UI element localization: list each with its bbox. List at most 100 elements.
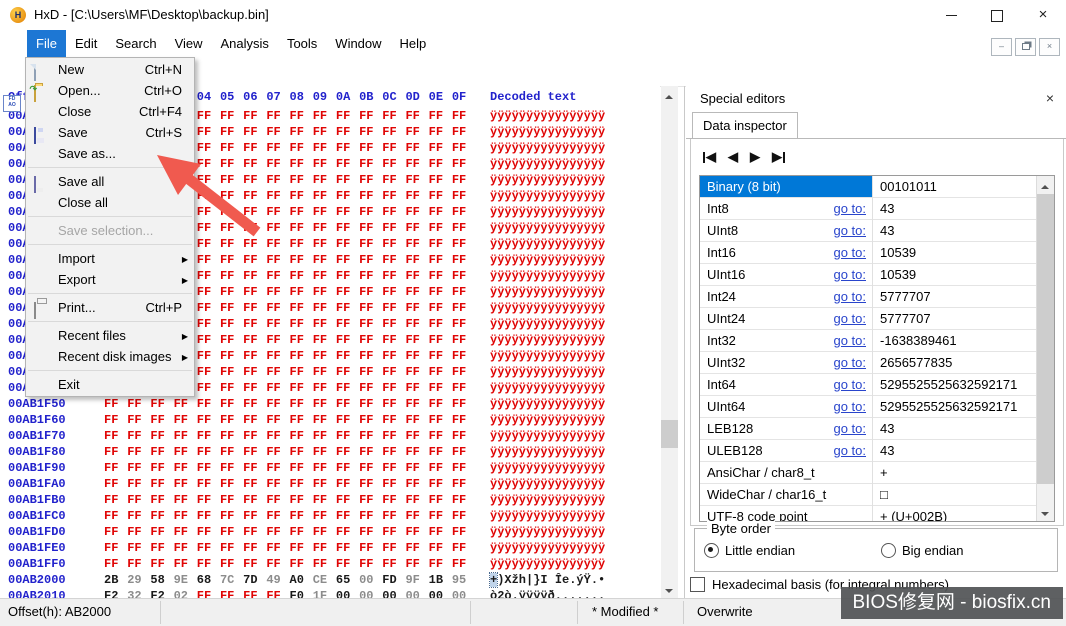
hex-byte[interactable]: FF <box>382 508 405 524</box>
hex-byte[interactable]: FF <box>220 540 243 556</box>
hex-byte[interactable]: FF <box>359 268 382 284</box>
hex-byte[interactable]: FF <box>336 492 359 508</box>
hex-byte[interactable]: FF <box>336 444 359 460</box>
menu-file[interactable]: File <box>27 30 66 57</box>
hex-byte[interactable]: FF <box>197 508 220 524</box>
hex-byte[interactable]: FF <box>290 460 313 476</box>
hex-byte[interactable]: FF <box>452 220 475 236</box>
hex-byte[interactable]: FF <box>243 556 266 572</box>
hex-byte[interactable]: FF <box>127 412 150 428</box>
hex-byte[interactable]: FF <box>243 268 266 284</box>
hex-byte[interactable]: FF <box>266 428 289 444</box>
hex-byte[interactable]: FF <box>197 140 220 156</box>
hex-byte[interactable]: FF <box>405 428 428 444</box>
goto-link[interactable]: go to: <box>808 198 866 219</box>
hex-byte[interactable]: FF <box>243 140 266 156</box>
hex-byte[interactable]: 68 <box>197 572 220 588</box>
hex-byte[interactable]: FF <box>220 268 243 284</box>
decoded-text[interactable]: ÿÿÿÿÿÿÿÿÿÿÿÿÿÿÿÿ <box>490 428 605 444</box>
hex-byte[interactable]: FF <box>313 332 336 348</box>
panel-splitter[interactable] <box>684 86 685 598</box>
goto-link[interactable]: go to: <box>808 220 866 241</box>
hex-byte[interactable]: FF <box>266 156 289 172</box>
hex-byte[interactable]: 49 <box>266 572 289 588</box>
hex-byte[interactable]: FF <box>220 364 243 380</box>
hex-byte[interactable]: FF <box>452 204 475 220</box>
hex-byte[interactable]: FF <box>243 396 266 412</box>
hex-byte[interactable]: FF <box>313 396 336 412</box>
hex-byte[interactable]: FF <box>290 332 313 348</box>
hex-byte[interactable]: FF <box>405 316 428 332</box>
hex-byte[interactable]: FF <box>382 220 405 236</box>
hex-byte[interactable]: FF <box>174 460 197 476</box>
inspector-value[interactable]: 43 <box>880 198 1036 219</box>
hex-byte[interactable]: FF <box>266 140 289 156</box>
hex-byte[interactable]: FF <box>174 476 197 492</box>
hex-byte[interactable]: FF <box>359 108 382 124</box>
inspector-value[interactable]: 43 <box>880 418 1036 439</box>
decoded-text[interactable]: ÿÿÿÿÿÿÿÿÿÿÿÿÿÿÿÿ <box>490 492 605 508</box>
hex-byte[interactable]: FF <box>382 316 405 332</box>
hex-byte[interactable]: FF <box>336 236 359 252</box>
hex-byte[interactable]: FF <box>313 316 336 332</box>
hex-byte[interactable]: FF <box>429 316 452 332</box>
hex-byte[interactable]: FF <box>266 316 289 332</box>
hex-byte[interactable]: FF <box>290 492 313 508</box>
hex-byte[interactable]: FF <box>405 140 428 156</box>
decoded-text[interactable]: ÿÿÿÿÿÿÿÿÿÿÿÿÿÿÿÿ <box>490 188 605 204</box>
hex-byte[interactable]: FF <box>243 188 266 204</box>
hex-byte[interactable]: FF <box>150 412 173 428</box>
hex-byte[interactable]: FF <box>220 172 243 188</box>
hex-row[interactable]: 00AB1F50FFFFFFFFFFFFFFFFFFFFFFFFFFFFFFFF… <box>0 396 660 412</box>
inspector-value[interactable]: + <box>880 462 1036 483</box>
hex-byte[interactable]: FF <box>220 428 243 444</box>
hex-byte[interactable]: FF <box>243 444 266 460</box>
hex-byte[interactable]: FF <box>405 540 428 556</box>
hex-byte[interactable]: FF <box>359 172 382 188</box>
hex-byte[interactable]: FF <box>150 476 173 492</box>
scrollbar-thumb[interactable] <box>1037 194 1054 484</box>
hex-byte[interactable]: FF <box>429 428 452 444</box>
menu-item-close[interactable]: CloseCtrl+F4 <box>26 101 194 122</box>
hex-byte[interactable]: FF <box>359 348 382 364</box>
hex-byte[interactable]: FF <box>405 492 428 508</box>
hex-byte[interactable]: FF <box>452 140 475 156</box>
hex-byte[interactable]: FF <box>359 396 382 412</box>
hex-byte[interactable]: FD <box>382 572 405 588</box>
decoded-text[interactable]: ÿÿÿÿÿÿÿÿÿÿÿÿÿÿÿÿ <box>490 524 605 540</box>
hex-byte[interactable]: FF <box>220 556 243 572</box>
hex-byte[interactable]: FF <box>197 108 220 124</box>
hex-row[interactable]: 00AB1FF0FFFFFFFFFFFFFFFFFFFFFFFFFFFFFFFF… <box>0 556 660 572</box>
hex-byte[interactable]: 29 <box>127 572 150 588</box>
hex-byte[interactable]: FF <box>266 492 289 508</box>
hex-row[interactable]: 00AB1FA0FFFFFFFFFFFFFFFFFFFFFFFFFFFFFFFF… <box>0 476 660 492</box>
hex-byte[interactable]: FF <box>382 364 405 380</box>
inspector-value[interactable]: 2656577835 <box>880 352 1036 373</box>
hex-byte[interactable]: FF <box>104 444 127 460</box>
hex-byte[interactable]: FF <box>266 220 289 236</box>
hex-byte[interactable]: FF <box>429 444 452 460</box>
hex-byte[interactable]: FF <box>197 556 220 572</box>
hex-byte[interactable]: FF <box>359 316 382 332</box>
hex-byte[interactable]: FF <box>243 284 266 300</box>
hex-byte[interactable]: FF <box>382 108 405 124</box>
hex-byte[interactable]: FF <box>197 524 220 540</box>
hex-byte[interactable]: FF <box>127 492 150 508</box>
hex-byte[interactable]: FF <box>336 524 359 540</box>
hex-byte[interactable]: FF <box>429 188 452 204</box>
hex-byte[interactable]: FF <box>220 124 243 140</box>
hex-byte[interactable]: FF <box>382 188 405 204</box>
hex-byte[interactable]: FF <box>243 508 266 524</box>
hex-byte[interactable]: FF <box>197 268 220 284</box>
hex-byte[interactable]: FF <box>429 252 452 268</box>
goto-link[interactable]: go to: <box>808 440 866 461</box>
hex-byte[interactable]: FF <box>313 236 336 252</box>
hex-byte[interactable]: FF <box>197 188 220 204</box>
hex-byte[interactable]: FF <box>405 556 428 572</box>
hex-byte[interactable]: A0 <box>290 572 313 588</box>
hex-byte[interactable]: FF <box>359 444 382 460</box>
decoded-text[interactable]: ÿÿÿÿÿÿÿÿÿÿÿÿÿÿÿÿ <box>490 348 605 364</box>
hex-byte[interactable]: FF <box>429 204 452 220</box>
hex-byte[interactable]: FF <box>266 300 289 316</box>
hex-byte[interactable]: FF <box>197 380 220 396</box>
